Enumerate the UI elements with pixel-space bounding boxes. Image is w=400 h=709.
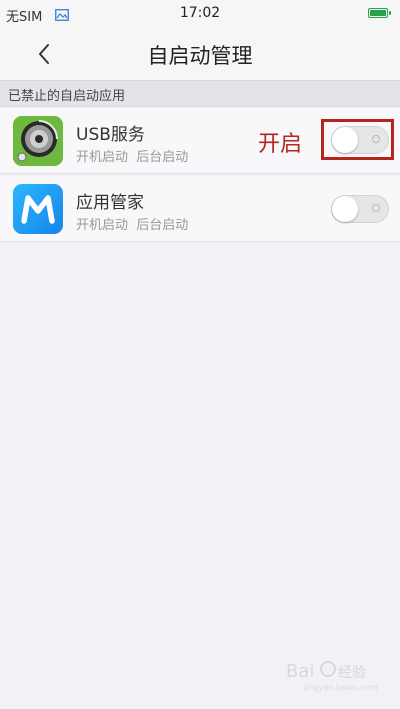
app-name: USB服务 [76,125,145,145]
section-header: 已禁止的自启动应用 [0,80,400,107]
svg-text:经验: 经验 [338,665,366,681]
app-subtitle: 开机启动 后台启动 [76,150,189,165]
annotation-label: 开启 [258,132,303,157]
nav-bar: 自启动管理 [0,28,400,80]
svg-text:Bai: Bai [286,661,314,682]
app-manager-icon [13,184,63,234]
watermark-logo: Bai 经验 jingyan.baidu.com [286,655,386,695]
status-bar: 无SIM 17:02 [0,0,400,28]
section-title: 已禁止的自启动应用 [8,89,126,104]
list-item-app-manager[interactable]: 应用管家 开机启动 后台启动 [0,176,400,242]
toggle-off-indicator-icon [372,204,380,212]
autostart-toggle-app-manager[interactable] [331,195,389,223]
toggle-knob [332,196,358,222]
app-name: 应用管家 [76,193,144,213]
status-time: 17:02 [179,5,221,21]
svg-text:jingyan.baidu.com: jingyan.baidu.com [303,683,378,692]
page-title: 自启动管理 [147,44,253,68]
annotation-highlight-box [321,119,394,160]
usb-service-icon [13,116,63,166]
battery-icon [368,8,391,18]
app-subtitle: 开机启动 后台启动 [76,218,189,233]
